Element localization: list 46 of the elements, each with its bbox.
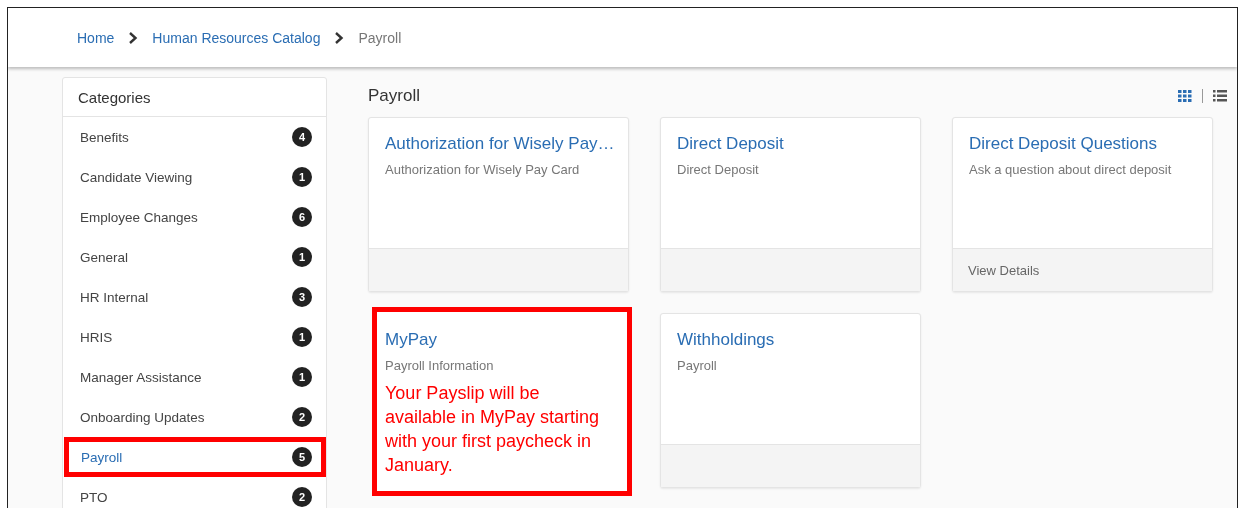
catalog-card[interactable]: Authorization for Wisely Pay… Authorization for Wisely Pay Card (368, 117, 629, 292)
card-title[interactable]: Direct Deposit (677, 134, 905, 154)
count-badge: 5 (292, 447, 312, 467)
chevron-icon (334, 31, 345, 44)
category-item[interactable]: Employee Changes 6 (63, 197, 326, 237)
card-description: Authorization for Wisely Pay Card (385, 162, 581, 177)
annotation-text: Your Payslip will be available in MyPay starting with your first paycheck in January. (385, 382, 601, 477)
card-description: Direct Deposit (677, 162, 760, 177)
category-item[interactable]: PTO 2 (63, 477, 326, 508)
category-item[interactable]: HR Internal 3 (63, 277, 326, 317)
breadcrumb-link[interactable]: Human Resources Catalog (152, 29, 321, 46)
highlighted-card[interactable]: MyPay Payroll Information Your Payslip will be available in MyPay starting with your first paycheck in January. (372, 307, 632, 496)
card-description: Ask a question about direct deposit (969, 162, 1173, 177)
card-description: Payroll Information (385, 358, 495, 373)
category-item[interactable]: General 1 (63, 237, 326, 277)
count-badge: 2 (292, 487, 312, 507)
count-badge: 1 (292, 167, 312, 187)
count-badge: 6 (292, 207, 312, 227)
grid-view-icon[interactable] (1178, 90, 1192, 102)
catalog-card[interactable]: Direct Deposit Questions Ask a question about direct deposit View Details (952, 117, 1213, 292)
card-title[interactable]: Authorization for Wisely Pay… (385, 134, 613, 154)
count-badge: 2 (292, 407, 312, 427)
category-item[interactable]: Payroll 5 (64, 437, 326, 477)
count-badge: 1 (292, 367, 312, 387)
card-title[interactable]: Direct Deposit Questions (969, 134, 1197, 154)
section-title: Payroll (368, 86, 420, 106)
card-description: Payroll (677, 358, 718, 373)
category-item[interactable]: HRIS 1 (63, 317, 326, 357)
catalog-card[interactable]: Direct Deposit Direct Deposit (660, 117, 921, 292)
breadcrumb-link[interactable]: Home (77, 29, 115, 46)
list-view-icon[interactable] (1213, 90, 1227, 102)
card-title[interactable]: MyPay (385, 330, 619, 350)
panel-title: Categories (63, 78, 326, 117)
count-badge: 3 (292, 287, 312, 307)
card-title[interactable]: Withholdings (677, 330, 905, 350)
count-badge: 1 (292, 247, 312, 267)
catalog-card[interactable]: Withholdings Payroll (660, 313, 921, 488)
category-item[interactable]: Onboarding Updates 2 (63, 397, 326, 437)
chevron-icon (128, 31, 139, 44)
category-item[interactable]: Benefits 4 (63, 117, 326, 157)
count-badge: 1 (292, 327, 312, 347)
view-details-link[interactable]: View Details (968, 262, 1040, 278)
category-item[interactable]: Candidate Viewing 1 (63, 157, 326, 197)
count-badge: 4 (292, 127, 312, 147)
category-item[interactable]: Manager Assistance 1 (63, 357, 326, 397)
current-page-label: Payroll (358, 29, 402, 46)
